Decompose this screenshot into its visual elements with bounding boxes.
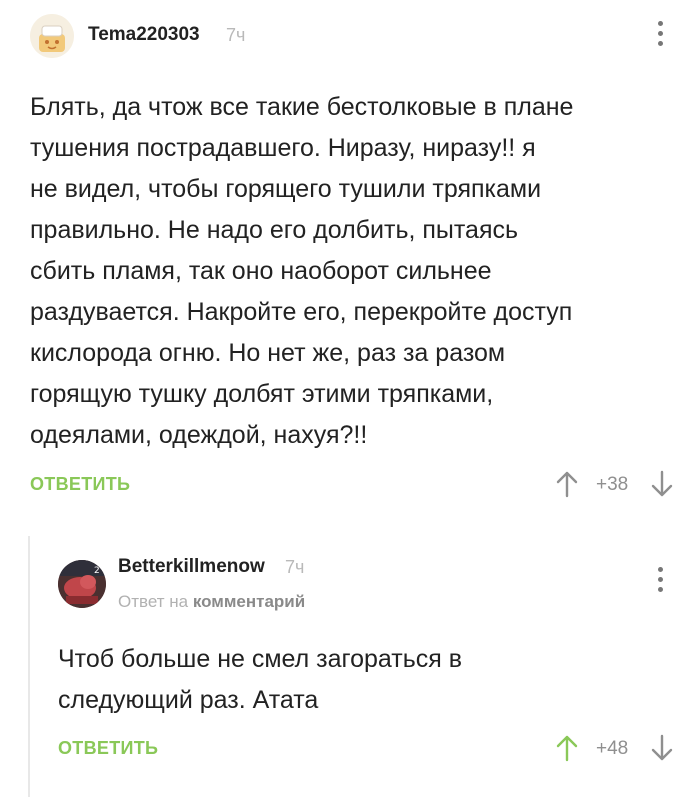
arrow-down-icon[interactable] xyxy=(650,470,674,498)
comment-reply: 2 Betterkillmenow 7ч Ответ на комментари… xyxy=(0,520,700,797)
username[interactable]: Tema220303 xyxy=(88,24,200,46)
avatar[interactable]: 2 xyxy=(58,560,106,608)
reply-button[interactable]: ОТВЕТИТЬ xyxy=(30,474,130,495)
comment: Tema220303 7ч Блять, да чтож все такие б… xyxy=(0,0,700,500)
comment-time: 7ч xyxy=(226,25,246,45)
comment-text: Чтоб больше не смел загораться в следующ… xyxy=(58,645,462,714)
vertical-dots-icon[interactable] xyxy=(656,567,664,597)
reply-target[interactable]: комментарий xyxy=(193,592,305,611)
comment-time: 7ч xyxy=(285,557,305,577)
arrow-up-icon[interactable] xyxy=(555,734,579,762)
vertical-dots-icon[interactable] xyxy=(656,21,664,51)
reply-button[interactable]: ОТВЕТИТЬ xyxy=(58,738,158,759)
arrow-up-icon[interactable] xyxy=(555,470,579,498)
avatar[interactable] xyxy=(30,14,74,58)
reply-to-link[interactable]: Ответ на комментарий xyxy=(118,592,305,612)
arrow-down-icon[interactable] xyxy=(650,734,674,762)
rating-value: +38 xyxy=(596,474,629,495)
reply-prefix: Ответ на xyxy=(118,592,189,611)
comment-text: Блять, да чтож все такие бестолковые в п… xyxy=(30,93,574,449)
rating-value: +48 xyxy=(596,738,629,759)
svg-text:2: 2 xyxy=(94,566,100,576)
username[interactable]: Betterkillmenow xyxy=(118,556,265,578)
